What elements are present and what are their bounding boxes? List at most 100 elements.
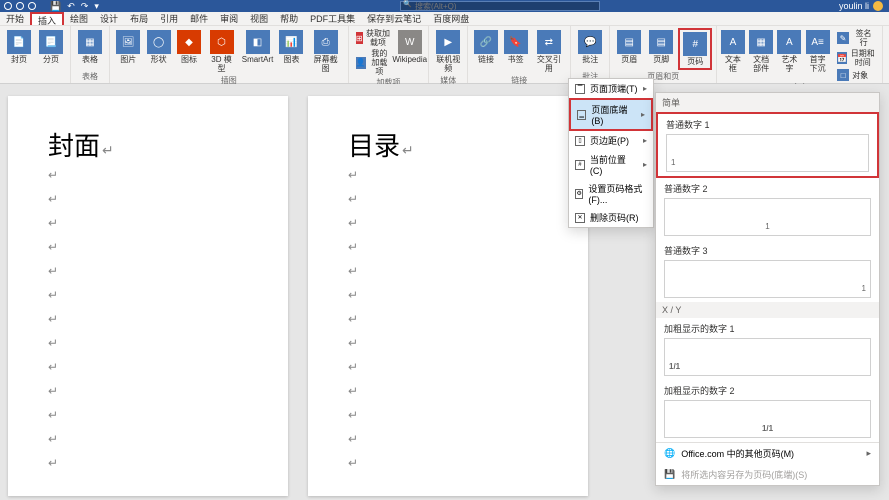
- paragraph-mark: ↵: [48, 235, 248, 259]
- paragraph-mark: ↵: [348, 355, 548, 379]
- undo-icon[interactable]: ↶: [67, 1, 75, 12]
- current-position-icon: #: [575, 160, 585, 170]
- gallery-save-selection: 💾将所选内容另存为页码(底端)(S): [656, 464, 879, 485]
- paragraph-mark: ↵: [48, 259, 248, 283]
- 3d-models-button[interactable]: ⬡3D 模型: [205, 28, 238, 75]
- group-symbols: π公式 Ω符号 #编号 符号: [883, 26, 889, 83]
- page-number-button[interactable]: #页码: [678, 28, 712, 70]
- shapes-button[interactable]: ◯形状: [144, 28, 172, 66]
- gallery-option-bold-number-2[interactable]: 加粗显示的数字 2 1/1: [656, 380, 879, 442]
- drop-cap-button[interactable]: A≡首字下沉: [803, 28, 832, 75]
- tab-home[interactable]: 开始: [0, 12, 30, 25]
- group-illustrations: 🖼图片 ◯形状 ◆图标 ⬡3D 模型 ◧SmartArt 📊图表 ⎙屏幕截图 插…: [110, 26, 349, 83]
- gallery-option-bold-number-1[interactable]: 加粗显示的数字 1 1/1: [656, 318, 879, 380]
- get-addins-button[interactable]: ⊞获取加载项: [353, 28, 394, 48]
- online-video-button[interactable]: ▶联机视频: [433, 28, 463, 75]
- menu-item-top-of-page[interactable]: ▔页面顶端(T)▸: [569, 79, 653, 98]
- globe-icon: 🌐: [664, 448, 675, 459]
- wordart-button[interactable]: A艺术字: [778, 28, 801, 75]
- gallery-option-plain-number-3[interactable]: 普通数字 3 1: [656, 240, 879, 302]
- screenshot-button[interactable]: ⎙屏幕截图: [308, 28, 344, 75]
- icons-button[interactable]: ◆图标: [175, 28, 203, 66]
- pictures-button[interactable]: 🖼图片: [114, 28, 142, 66]
- signature-line-button[interactable]: ✎签名行: [834, 28, 878, 48]
- preview-thumbnail: 1: [666, 134, 869, 172]
- page-1[interactable]: 封面 ↵ ↵ ↵ ↵ ↵ ↵ ↵ ↵ ↵ ↵ ↵ ↵ ↵: [8, 96, 288, 496]
- user-name: youlin li: [839, 1, 869, 11]
- menu-item-format-page-numbers[interactable]: ⚙设置页码格式(F)...: [569, 179, 653, 208]
- paragraph-mark: ↵: [348, 331, 548, 355]
- link-button[interactable]: 🔗链接: [472, 28, 500, 66]
- paragraph-mark: ↵: [348, 187, 548, 211]
- paragraph-mark: ↵: [348, 403, 548, 427]
- gallery-section-simple: 简单: [656, 93, 879, 112]
- format-icon: ⚙: [575, 189, 583, 199]
- text-box-button[interactable]: A文本框: [721, 28, 744, 75]
- window-control-dot[interactable]: [28, 2, 36, 10]
- bookmark-button[interactable]: 🔖书签: [502, 28, 530, 66]
- page-2[interactable]: 目录 ↵ ↵ ↵ ↵ ↵ ↵ ↵ ↵ ↵ ↵ ↵ ↵ ↵: [308, 96, 588, 496]
- search-input[interactable]: [400, 1, 600, 11]
- tab-review[interactable]: 审阅: [214, 12, 244, 25]
- page-margin-icon: ▯: [575, 136, 585, 146]
- menu-item-bottom-of-page[interactable]: ▁页面底端(B)▸: [569, 98, 653, 131]
- title-bar: 💾 ↶ ↷ ▾ 文档1 - Word youlin li: [0, 0, 889, 12]
- smartart-button[interactable]: ◧SmartArt: [240, 28, 275, 66]
- gallery-more-from-office[interactable]: 🌐Office.com 中的其他页码(M)▸: [656, 443, 879, 464]
- tab-layout[interactable]: 布局: [124, 12, 154, 25]
- my-addins-button[interactable]: 👤我的加载项: [353, 48, 394, 77]
- tab-help[interactable]: 帮助: [274, 12, 304, 25]
- comment-button[interactable]: 💬批注: [575, 28, 605, 66]
- footer-button[interactable]: ▤页脚: [646, 28, 676, 66]
- group-header-footer: ▤页眉 ▤页脚 #页码 页眉和页: [610, 26, 717, 83]
- redo-icon[interactable]: ↷: [81, 1, 89, 12]
- quick-parts-button[interactable]: ▦文档部件: [747, 28, 776, 75]
- quick-access-toolbar: 💾 ↶ ↷ ▾: [50, 1, 99, 12]
- window-control-dot[interactable]: [16, 2, 24, 10]
- tab-references[interactable]: 引用: [154, 12, 184, 25]
- account-area[interactable]: youlin li: [839, 1, 883, 11]
- preview-thumbnail: 1: [664, 260, 871, 298]
- save-icon[interactable]: 💾: [50, 1, 61, 12]
- wikipedia-button[interactable]: WWikipedia: [395, 28, 424, 66]
- paragraph-mark: ↵: [348, 259, 548, 283]
- tab-cloudnote[interactable]: 保存到云笔记: [361, 12, 427, 25]
- paragraph-mark: ↵: [48, 403, 248, 427]
- date-time-button[interactable]: 📅日期和时间: [834, 48, 878, 68]
- gallery-footer: 🌐Office.com 中的其他页码(M)▸ 💾将所选内容另存为页码(底端)(S…: [656, 442, 879, 485]
- object-button[interactable]: □对象: [834, 68, 878, 82]
- avatar-icon[interactable]: [873, 1, 883, 11]
- submenu-arrow-icon: ▸: [866, 448, 871, 459]
- paragraph-mark: ↵: [48, 379, 248, 403]
- chart-button[interactable]: 📊图表: [277, 28, 305, 66]
- header-button[interactable]: ▤页眉: [614, 28, 644, 66]
- tab-draw[interactable]: 绘图: [64, 12, 94, 25]
- page-break-button[interactable]: 📃分页: [36, 28, 66, 66]
- cover-page-button[interactable]: 📄封页: [4, 28, 34, 66]
- gallery-option-plain-number-1[interactable]: 普通数字 1 1: [656, 112, 879, 178]
- table-button[interactable]: ▦表格: [75, 28, 105, 66]
- window-control-dot[interactable]: [4, 2, 12, 10]
- menu-item-remove-page-numbers[interactable]: ✕删除页码(R): [569, 208, 653, 227]
- cross-reference-button[interactable]: ⇄交叉引用: [531, 28, 566, 75]
- submenu-arrow-icon: ▸: [641, 110, 645, 119]
- dropdown-icon[interactable]: ▾: [94, 1, 99, 12]
- menu-item-page-margins[interactable]: ▯页边距(P)▸: [569, 131, 653, 150]
- page-1-title: 封面: [48, 126, 248, 163]
- tab-mailings[interactable]: 邮件: [184, 12, 214, 25]
- tab-insert[interactable]: 插入: [30, 12, 64, 25]
- menu-item-current-position[interactable]: #当前位置(C)▸: [569, 150, 653, 179]
- search-box[interactable]: [400, 1, 600, 12]
- save-icon: 💾: [664, 469, 675, 480]
- submenu-arrow-icon: ▸: [643, 160, 647, 169]
- paragraph-mark: ↵: [48, 187, 248, 211]
- page-number-gallery: 简单 普通数字 1 1 普通数字 2 1 普通数字 3 1 X / Y 加粗显示…: [655, 92, 880, 486]
- paragraph-mark: ↵: [48, 355, 248, 379]
- tab-pdf[interactable]: PDF工具集: [304, 12, 361, 25]
- tab-design[interactable]: 设计: [94, 12, 124, 25]
- paragraph-mark: ↵: [48, 331, 248, 355]
- tab-baidu[interactable]: 百度网盘: [427, 12, 475, 25]
- remove-icon: ✕: [575, 213, 585, 223]
- gallery-option-plain-number-2[interactable]: 普通数字 2 1: [656, 178, 879, 240]
- tab-view[interactable]: 视图: [244, 12, 274, 25]
